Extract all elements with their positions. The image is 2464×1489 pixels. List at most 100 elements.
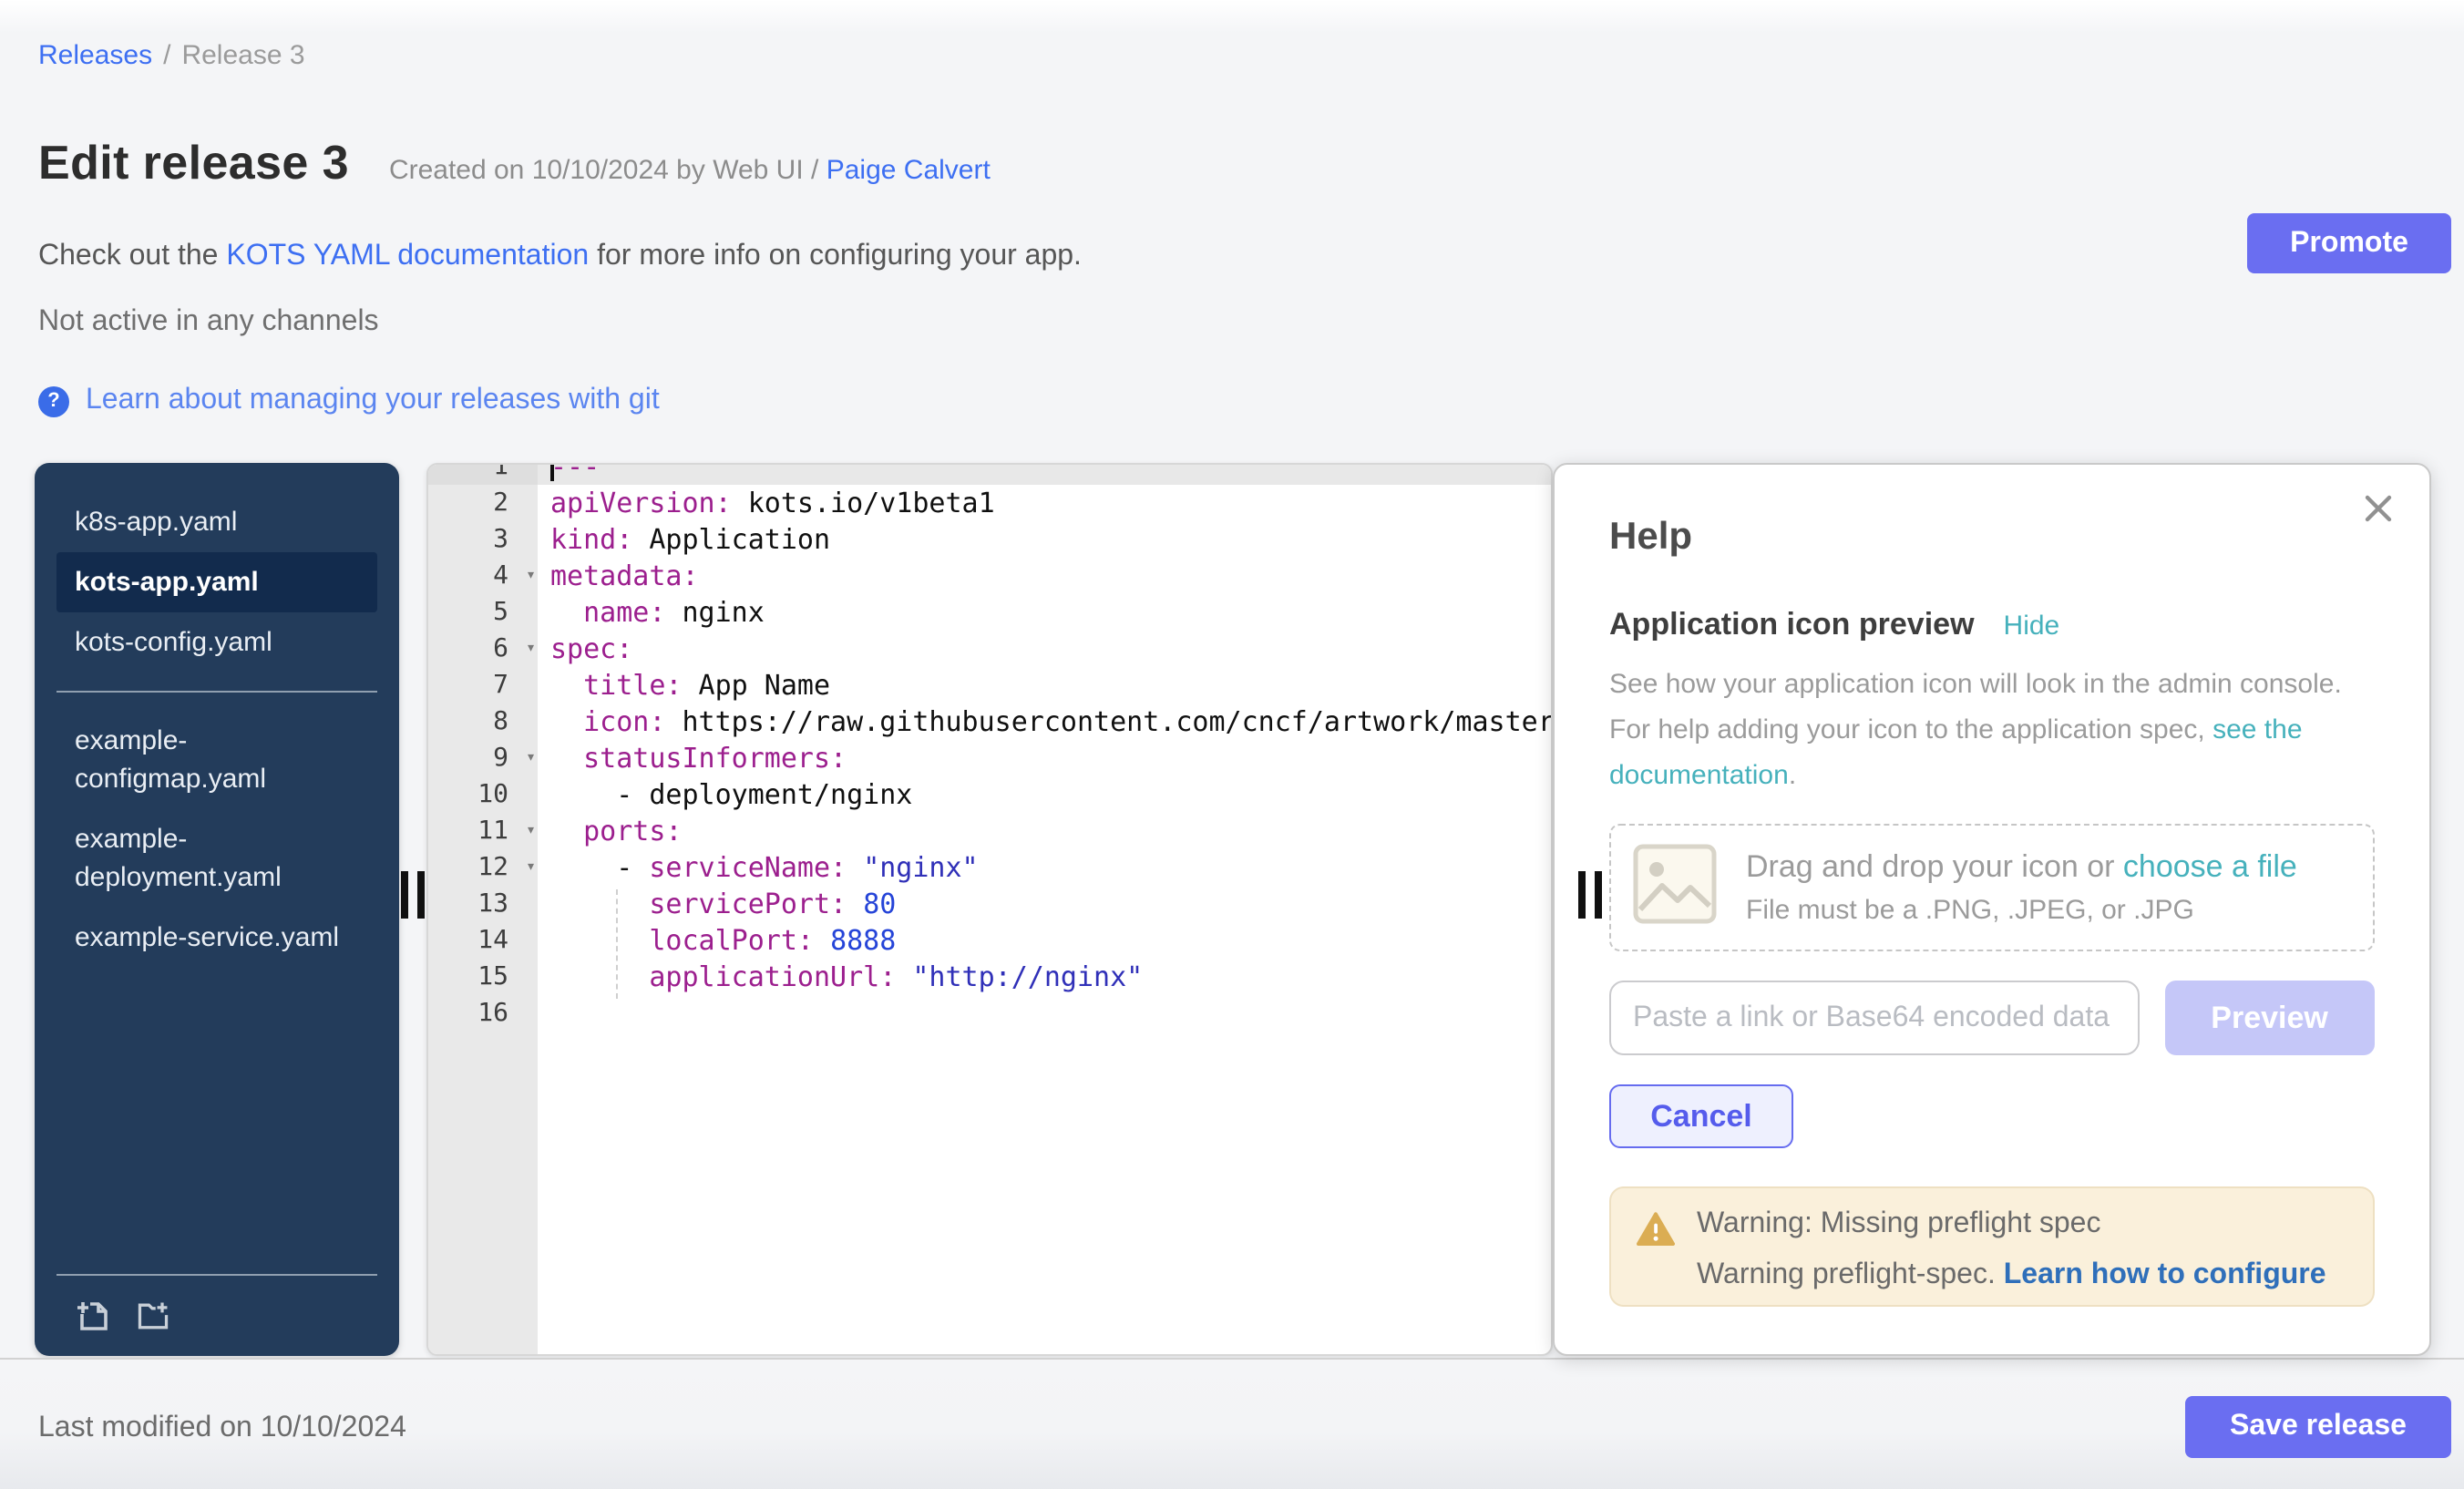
- code-token: metadata:: [550, 560, 699, 592]
- code-token: apiVersion:: [550, 487, 732, 519]
- file-list: k8s-app.yamlkots-app.yamlkots-config.yam…: [56, 492, 377, 968]
- code-line[interactable]: applicationUrl: "http://nginx": [538, 959, 1551, 995]
- channel-status: Not active in any channels: [38, 306, 379, 339]
- code-line[interactable]: ports:: [538, 813, 1551, 849]
- hide-link[interactable]: Hide: [2004, 611, 2060, 642]
- promote-button[interactable]: Promote: [2247, 213, 2451, 273]
- code-line[interactable]: ---: [538, 463, 1551, 485]
- choose-file-link[interactable]: choose a file: [2123, 849, 2297, 884]
- editor-gutter-cell: 2: [428, 485, 538, 521]
- line-number: 12: [428, 849, 508, 886]
- file-tree-divider: [56, 691, 377, 693]
- warning-detail-text: Warning preflight-spec.: [1697, 1259, 2004, 1290]
- learn-configure-link[interactable]: Learn how to configure: [2004, 1259, 2326, 1290]
- line-number: 14: [428, 922, 508, 959]
- code-line[interactable]: statusInformers:: [538, 740, 1551, 776]
- preview-button[interactable]: Preview: [2164, 981, 2375, 1055]
- text-cursor: [550, 463, 554, 481]
- code-line[interactable]: - serviceName: "nginx": [538, 849, 1551, 886]
- kots-yaml-doc-link[interactable]: KOTS YAML documentation: [226, 241, 589, 272]
- icon-url-row: Preview: [1609, 981, 2375, 1055]
- code-line[interactable]: title: App Name: [538, 667, 1551, 703]
- icon-dropzone[interactable]: Drag and drop your icon or choose a file…: [1609, 824, 2375, 951]
- file-tree-item[interactable]: kots-config.yaml: [56, 612, 377, 673]
- code-token: spec:: [550, 632, 632, 665]
- editor-gutter-cell: 11 ▾: [428, 813, 538, 849]
- editor-line: 4▾metadata:: [428, 558, 1551, 594]
- editor-gutter-cell: 1: [428, 463, 538, 485]
- fold-arrow-icon[interactable]: ▾: [526, 631, 536, 667]
- line-number: 9: [428, 740, 508, 776]
- editor-gutter-cell: 12 ▾: [428, 849, 538, 886]
- code-token: [550, 960, 649, 993]
- code-line[interactable]: spec:: [538, 631, 1551, 667]
- file-tree: k8s-app.yamlkots-app.yamlkots-config.yam…: [35, 463, 399, 1356]
- code-token: "http://nginx": [912, 960, 1143, 993]
- code-token: title:: [583, 669, 682, 702]
- warning-title: Warning: Missing preflight spec: [1697, 1208, 2326, 1241]
- description-period: .: [1789, 760, 1796, 791]
- help-title: Help: [1609, 516, 2375, 560]
- code-line[interactable]: - deployment/nginx: [538, 776, 1551, 813]
- code-line[interactable]: servicePort: 80: [538, 886, 1551, 922]
- line-number: 13: [428, 886, 508, 922]
- code-token: kind:: [550, 523, 632, 556]
- code-token: icon:: [583, 705, 665, 738]
- code-token: ports:: [583, 815, 682, 847]
- code-token: ---: [550, 463, 600, 483]
- code-token: [550, 596, 583, 629]
- code-line[interactable]: metadata:: [538, 558, 1551, 594]
- editor-line: 3 kind: Application: [428, 521, 1551, 558]
- help-panel-resize-handle[interactable]: [1578, 871, 1606, 919]
- fold-arrow-icon[interactable]: ▾: [526, 813, 536, 849]
- code-line[interactable]: [538, 995, 1551, 1032]
- edit-release-page: Releases/Release 3 Edit release 3 Create…: [0, 0, 2464, 1489]
- file-tree-footer: [56, 1274, 377, 1356]
- new-file-icon[interactable]: [75, 1298, 111, 1334]
- cancel-button[interactable]: Cancel: [1609, 1084, 1793, 1148]
- code-line[interactable]: localPort: 8888: [538, 922, 1551, 959]
- editor-line: 12 ▾ - serviceName: "nginx": [428, 849, 1551, 886]
- author-link[interactable]: Paige Calvert: [826, 155, 991, 186]
- code-line[interactable]: apiVersion: kots.io/v1beta1: [538, 485, 1551, 521]
- breadcrumb: Releases/Release 3: [38, 40, 305, 71]
- yaml-editor[interactable]: 1 --- 2apiVersion: kots.io/v1beta1 3 kind: A…: [426, 463, 1553, 1356]
- icon-preview-section-head: Application icon preview Hide: [1609, 607, 2375, 643]
- file-tree-item[interactable]: example-configmap.yaml: [56, 711, 377, 809]
- file-tree-item[interactable]: k8s-app.yaml: [56, 492, 377, 552]
- dropzone-prefix: Drag and drop your icon or: [1746, 849, 2123, 884]
- file-tree-item[interactable]: kots-app.yaml: [56, 552, 377, 612]
- code-token: "nginx": [863, 851, 978, 884]
- editor-lines: 1 --- 2apiVersion: kots.io/v1beta1 3 kind: A…: [428, 463, 1551, 1032]
- editor-line: 10 - deployment/nginx: [428, 776, 1551, 813]
- code-token: [550, 705, 583, 738]
- editor-line: 11 ▾ ports:: [428, 813, 1551, 849]
- save-release-button[interactable]: Save release: [2185, 1396, 2451, 1458]
- code-line[interactable]: kind: Application: [538, 521, 1551, 558]
- breadcrumb-releases-link[interactable]: Releases: [38, 40, 152, 71]
- editor-line: 15 applicationUrl: "http://nginx": [428, 959, 1551, 995]
- fold-arrow-icon[interactable]: ▾: [526, 740, 536, 776]
- code-token: -: [550, 851, 649, 884]
- help-question-icon: ?: [38, 385, 69, 416]
- warning-banner: Warning: Missing preflight spec Warning …: [1609, 1186, 2375, 1307]
- code-token: name:: [583, 596, 665, 629]
- fold-arrow-icon[interactable]: ▾: [526, 849, 536, 886]
- editor-gutter-cell: 14: [428, 922, 538, 959]
- file-tree-item[interactable]: example-deployment.yaml: [56, 809, 377, 908]
- fold-arrow-icon[interactable]: ▾: [526, 558, 536, 594]
- file-tree-item[interactable]: example-service.yaml: [56, 908, 377, 968]
- icon-url-input[interactable]: [1609, 981, 2139, 1055]
- doc-line-prefix: Check out the: [38, 241, 226, 272]
- code-line[interactable]: name: nginx: [538, 594, 1551, 631]
- line-number: 11: [428, 813, 508, 849]
- new-folder-icon[interactable]: [135, 1298, 171, 1334]
- close-icon[interactable]: [2360, 490, 2397, 527]
- file-tree-resize-handle[interactable]: [401, 871, 428, 919]
- git-releases-link[interactable]: Learn about managing your releases with …: [86, 385, 660, 417]
- code-token: [550, 742, 583, 775]
- code-token: Application: [632, 523, 830, 556]
- code-line[interactable]: icon: https://raw.githubusercontent.com/…: [538, 703, 1551, 740]
- line-number: 3: [428, 521, 508, 558]
- help-panel: Help Application icon preview Hide See h…: [1553, 463, 2431, 1356]
